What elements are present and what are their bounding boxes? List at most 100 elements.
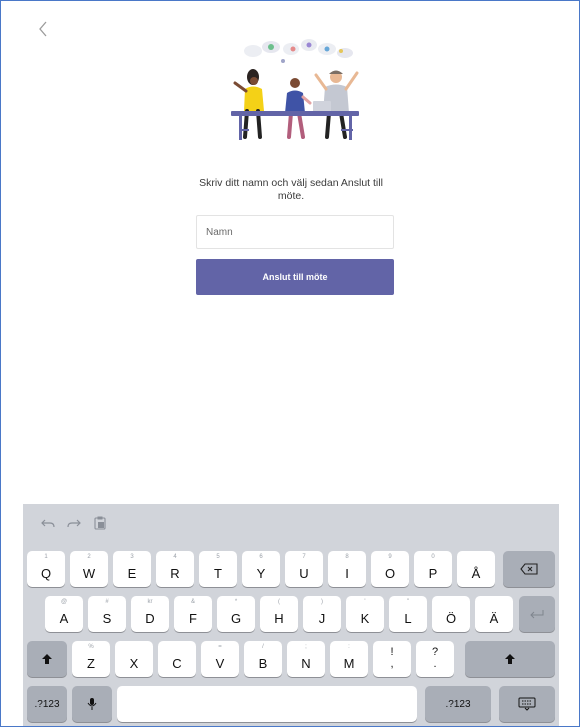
key-row1-0[interactable]: 1Q: [27, 551, 65, 587]
key-label: Z: [87, 656, 95, 671]
key-label: I: [345, 566, 349, 581]
key-row1-6[interactable]: 7U: [285, 551, 323, 587]
key-hint: 1: [44, 554, 48, 560]
return-icon: [530, 610, 544, 619]
paste-icon: [94, 516, 106, 530]
key-hint: 6: [259, 554, 263, 560]
key-label: O: [384, 566, 396, 581]
key-label: C: [172, 656, 182, 671]
paste-button[interactable]: [89, 512, 111, 534]
key-hint: ): [321, 599, 323, 605]
key-row3-1[interactable]: X: [115, 641, 153, 677]
shift-icon: [505, 654, 515, 664]
punctuation-key-1[interactable]: ?.: [416, 641, 454, 677]
key-hint: ": [406, 599, 410, 605]
key-row2-2[interactable]: kr D: [131, 596, 169, 632]
key-hint: =: [218, 644, 222, 650]
key-row2-3[interactable]: & F: [174, 596, 212, 632]
app-frame: Skriv ditt namn och välj sedan Anslut ti…: [0, 0, 580, 727]
backspace-icon: [520, 563, 538, 575]
key-row1-7[interactable]: 8I: [328, 551, 366, 587]
key-row3-6[interactable]: :M: [330, 641, 368, 677]
key-row2-4[interactable]: * G: [217, 596, 255, 632]
key-label: G: [230, 611, 242, 626]
key-row2-6[interactable]: ) J: [303, 596, 341, 632]
key-label: V: [215, 656, 225, 671]
key-label: H: [274, 611, 284, 626]
key-hint: 7: [302, 554, 306, 560]
key-hint: /: [262, 644, 264, 650]
key-row3-2[interactable]: C: [158, 641, 196, 677]
key-label: M: [343, 656, 355, 671]
hide-keyboard-key[interactable]: [499, 686, 555, 722]
key-hint: 5: [216, 554, 220, 560]
key-row3-5[interactable]: ; N: [287, 641, 325, 677]
undo-icon: [41, 519, 55, 528]
key-row2-10[interactable]: Ä: [475, 596, 513, 632]
microphone-key[interactable]: [72, 686, 112, 722]
key-label: R: [170, 566, 180, 581]
key-row1-1[interactable]: 2W: [70, 551, 108, 587]
key-row3-0[interactable]: % Z: [72, 641, 110, 677]
key-row1-9[interactable]: 0P: [414, 551, 452, 587]
key-hint: 8: [345, 554, 349, 560]
back-button[interactable]: [31, 17, 55, 41]
key-label: W: [82, 566, 96, 581]
key-hint: 3: [130, 554, 134, 560]
numbers-key-label: .?123: [445, 698, 471, 710]
key-label: P: [428, 566, 438, 581]
key-row2-7[interactable]: ' K: [346, 596, 384, 632]
key-label: T: [214, 566, 222, 581]
undo-button[interactable]: [37, 512, 59, 534]
shift-key-left[interactable]: [27, 641, 67, 677]
key-hint: ;: [305, 644, 307, 650]
key-row1-5[interactable]: 6Y: [242, 551, 280, 587]
key-label: U: [299, 566, 309, 581]
keyboard-hide-icon: [518, 697, 536, 711]
numbers-key-left[interactable]: .?123: [27, 686, 67, 722]
punct-stack: !,: [373, 646, 411, 670]
join-meeting-button[interactable]: Anslut till möte: [196, 259, 394, 295]
key-hint: kr: [147, 599, 153, 605]
redo-button[interactable]: [63, 512, 85, 534]
backspace-key[interactable]: [503, 551, 555, 587]
key-label: N: [301, 656, 311, 671]
space-key[interactable]: [117, 686, 417, 722]
keyboard-toolbar: [23, 504, 559, 542]
key-hint: %: [88, 644, 94, 650]
key-row2-0[interactable]: @ A: [45, 596, 83, 632]
key-label: Q: [40, 566, 52, 581]
key-hint: ': [364, 599, 366, 605]
key-hint: @: [60, 599, 68, 605]
join-instructions: Skriv ditt namn och välj sedan Anslut ti…: [199, 177, 383, 202]
key-row2-5[interactable]: (H: [260, 596, 298, 632]
numbers-key-right[interactable]: .?123: [425, 686, 491, 722]
key-row2-1[interactable]: # S: [88, 596, 126, 632]
microphone-icon: [87, 698, 97, 710]
key-row3-4[interactable]: / B: [244, 641, 282, 677]
key-row1-3[interactable]: 4R: [156, 551, 194, 587]
name-input[interactable]: [196, 215, 394, 249]
key-row1-10[interactable]: Å: [457, 551, 495, 587]
key-label: S: [102, 611, 112, 626]
meeting-illustration-icon: [231, 39, 359, 140]
key-label: E: [127, 566, 137, 581]
punctuation-key-0[interactable]: !,: [373, 641, 411, 677]
punct-bottom: .: [433, 658, 437, 670]
punct-stack: ?.: [416, 646, 454, 670]
key-label: Y: [256, 566, 266, 581]
key-row3-3[interactable]: = V: [201, 641, 239, 677]
return-key[interactable]: [519, 596, 555, 632]
key-row1-8[interactable]: 9O: [371, 551, 409, 587]
shift-key-right[interactable]: [465, 641, 555, 677]
key-row1-4[interactable]: 5T: [199, 551, 237, 587]
key-row2-9[interactable]: Ö: [432, 596, 470, 632]
key-hint: #: [105, 599, 109, 605]
onscreen-keyboard: .?123 .?123 1 Q 2 W 3 E 4 R 5 T 6 Y 7 U …: [23, 504, 559, 726]
key-label: Å: [471, 566, 481, 581]
key-row1-2[interactable]: 3E: [113, 551, 151, 587]
key-row2-8[interactable]: " L: [389, 596, 427, 632]
punct-top: ?: [431, 646, 439, 658]
key-label: B: [258, 656, 268, 671]
key-label: L: [404, 611, 412, 626]
